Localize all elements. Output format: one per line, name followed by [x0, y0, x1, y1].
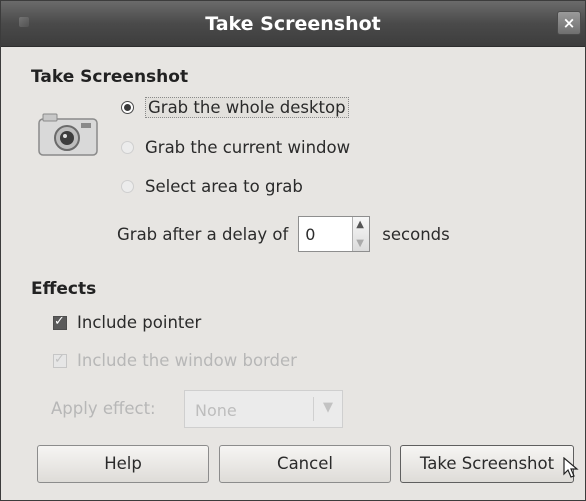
include-border-label: Include the window border — [77, 351, 297, 370]
close-button[interactable]: × — [557, 11, 581, 35]
radio-select-area[interactable]: Select area to grab — [121, 177, 303, 196]
apply-effect-combo: None ▼ — [184, 390, 343, 428]
spin-down-icon[interactable]: ▼ — [356, 238, 364, 249]
delay-spinbutton[interactable]: 0 ▲ ▼ — [298, 216, 371, 252]
delay-value[interactable]: 0 — [305, 225, 315, 244]
checkbox-disabled — [53, 352, 67, 368]
cancel-button-label: Cancel — [277, 454, 333, 473]
delay-label: Grab after a delay of — [117, 224, 289, 244]
radio-button[interactable] — [121, 141, 134, 154]
cancel-button[interactable]: Cancel — [219, 445, 391, 483]
radio-button-checked[interactable] — [121, 101, 134, 114]
window-title: Take Screenshot — [205, 13, 381, 35]
radio-label-whole-desktop: Grab the whole desktop — [145, 97, 349, 118]
take-screenshot-dialog: Take Screenshot × Take Screenshot Grab t… — [0, 0, 586, 501]
apply-effect-label: Apply effect: — [51, 399, 156, 418]
effects-heading: Effects — [31, 279, 97, 299]
checkbox-checked[interactable] — [53, 314, 67, 330]
camera-icon — [38, 113, 98, 156]
help-button-label: Help — [104, 454, 142, 473]
capture-heading: Take Screenshot — [31, 67, 189, 87]
radio-current-window[interactable]: Grab the current window — [121, 138, 350, 157]
spin-up-icon[interactable]: ▲ — [356, 219, 364, 230]
include-pointer-checkbox[interactable]: Include pointer — [53, 313, 201, 332]
delay-unit-label: seconds — [382, 224, 450, 244]
spin-buttons[interactable]: ▲ ▼ — [352, 217, 370, 251]
take-screenshot-button-label: Take Screenshot — [419, 454, 555, 473]
combo-separator — [313, 397, 314, 421]
radio-button[interactable] — [121, 180, 134, 193]
radio-label-current-window: Grab the current window — [145, 138, 351, 157]
dialog-content: Take Screenshot Grab the whole desktop G… — [1, 47, 585, 500]
delay-row: Grab after a delay of 0 ▲ ▼ seconds — [117, 216, 450, 252]
radio-label-select-area: Select area to grab — [145, 177, 303, 196]
radio-whole-desktop[interactable]: Grab the whole desktop — [121, 97, 349, 118]
help-button[interactable]: Help — [37, 445, 209, 483]
take-screenshot-button[interactable]: Take Screenshot — [400, 445, 574, 483]
include-pointer-label: Include pointer — [77, 313, 202, 332]
mouse-pointer-icon — [563, 457, 579, 478]
chevron-down-icon: ▼ — [323, 400, 333, 415]
apply-effect-value: None — [195, 401, 237, 420]
include-border-checkbox: Include the window border — [53, 351, 297, 370]
title-bar[interactable]: Take Screenshot × — [1, 1, 585, 47]
